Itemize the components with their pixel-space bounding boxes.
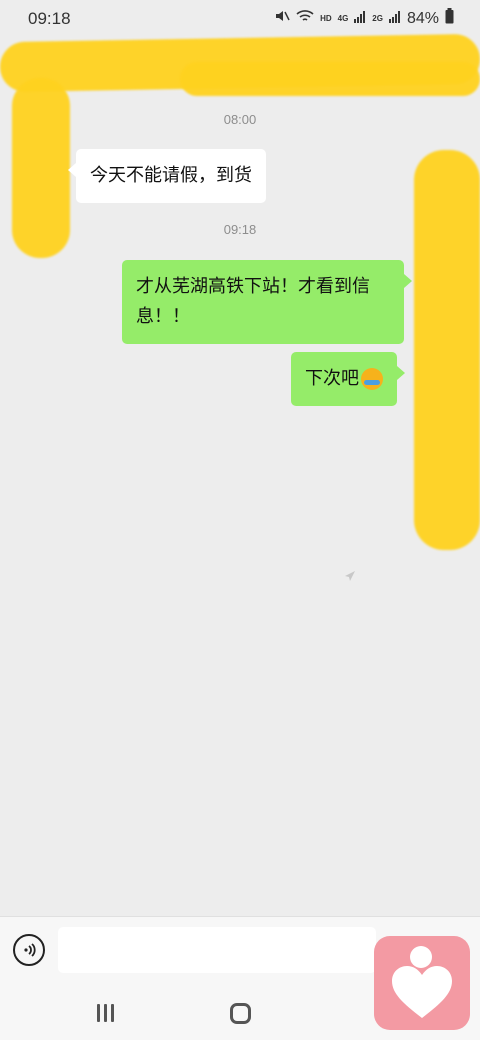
net-4g-label: 4G — [337, 14, 349, 23]
status-icons: HD 4G 2G 84% — [274, 8, 454, 29]
privacy-scribble-right — [414, 150, 480, 550]
heart-icon — [392, 966, 452, 1018]
battery-percent: 84% — [406, 9, 439, 27]
heart-widget-icon[interactable] — [374, 936, 470, 1030]
privacy-scribble-top2 — [180, 62, 480, 96]
net-2g-label: 2G — [372, 14, 383, 23]
wifi-icon — [296, 9, 314, 28]
laughing-crying-emoji-icon — [361, 368, 383, 390]
status-bar: 09:18 HD 4G 2G 84% — [0, 0, 480, 38]
message-timestamp: 08:00 — [223, 112, 257, 127]
message-text: 下次吧 — [305, 368, 359, 389]
message-text: 才从芜湖高铁下站！才看到信息！！ — [136, 276, 370, 327]
status-time: 09:18 — [28, 9, 71, 28]
signal-icon-2 — [388, 10, 401, 28]
hd-label: HD — [320, 14, 332, 23]
outgoing-message-bubble[interactable]: 下次吧 — [291, 352, 405, 406]
message-timestamp: 09:18 — [223, 222, 257, 237]
outgoing-message-bubble[interactable]: 才从芜湖高铁下站！才看到信息！！ — [122, 260, 412, 344]
signal-icon-1 — [354, 10, 366, 28]
incoming-message-bubble[interactable]: 今天不能请假，到货 — [68, 149, 266, 203]
battery-icon — [445, 8, 454, 29]
pointer-cursor-icon — [343, 569, 357, 583]
message-input[interactable] — [58, 927, 376, 973]
voice-icon[interactable] — [13, 934, 45, 966]
message-text: 今天不能请假，到货 — [90, 165, 252, 186]
home-icon[interactable] — [230, 1003, 251, 1024]
mute-icon — [274, 8, 290, 29]
recent-apps-icon[interactable] — [97, 1004, 114, 1022]
